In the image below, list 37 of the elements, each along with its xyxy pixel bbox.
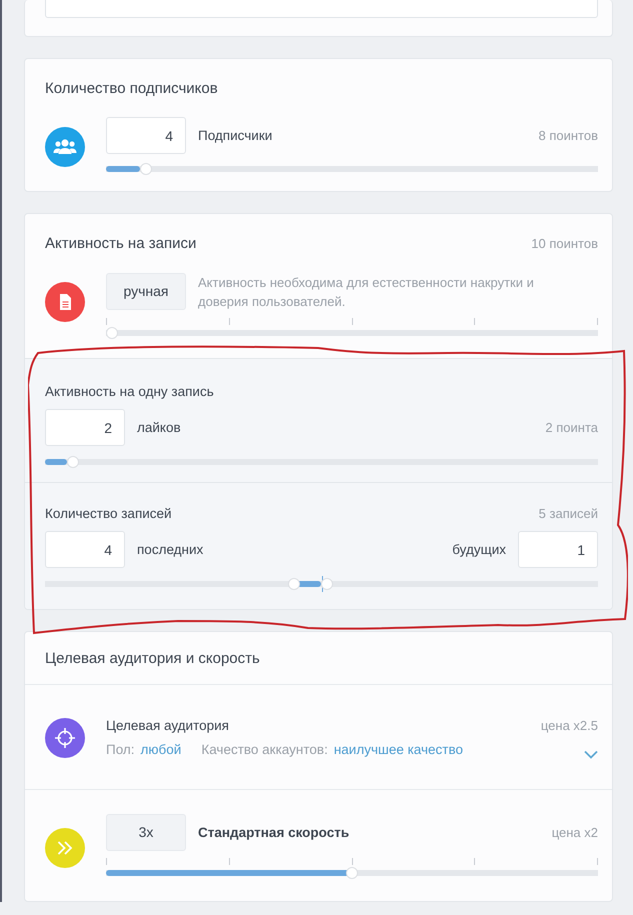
slider-thumb[interactable] <box>288 578 300 590</box>
chevron-icon[interactable] <box>584 750 598 759</box>
speed-selector[interactable]: 3x <box>106 814 186 851</box>
number-field[interactable]: 1 <box>518 531 598 568</box>
description-text: Активность необходима для естественности накрутки и доверия пользователей. <box>198 274 535 311</box>
meta-label: Качество аккаунтов: <box>201 742 328 757</box>
number-field[interactable]: 2 <box>45 409 125 446</box>
slider-thumb[interactable] <box>346 867 358 879</box>
slider-thumb[interactable] <box>140 163 152 175</box>
number-field[interactable]: 4 <box>106 117 186 154</box>
meta-label: Пол: <box>106 742 135 757</box>
section-title: Целевая аудитория и скорость <box>25 632 612 685</box>
field-label: Стандартная скорость <box>198 825 350 840</box>
subsection-title: Количество записей <box>45 505 172 523</box>
section-title: Количество подписчиков <box>45 79 219 99</box>
field-label: будущих <box>452 542 506 557</box>
points-text: 8 поинтов <box>538 128 598 143</box>
price-text: цена x2.5 <box>540 718 598 733</box>
people-icon <box>45 127 85 167</box>
price-text: цена x2 <box>552 825 598 840</box>
points-text: 2 поинта <box>545 420 598 435</box>
subsection-title: Активность на одну запись <box>45 383 215 401</box>
crosshair-icon <box>45 718 85 758</box>
document-icon <box>45 282 85 322</box>
slider-thumb[interactable] <box>66 456 79 468</box>
section-title: Активность на записи <box>45 234 196 254</box>
field-label: Подписчики <box>198 128 272 143</box>
number-field[interactable]: 4 <box>45 531 125 568</box>
points-text: 5 записей <box>538 506 598 521</box>
slider-thumb[interactable] <box>320 578 333 590</box>
mode-selector[interactable]: ручная <box>106 273 186 310</box>
field-label: лайков <box>137 420 181 435</box>
double-chevron-icon <box>45 828 85 868</box>
target-title: Целевая аудитория <box>106 718 229 733</box>
field-label: последних <box>137 542 204 557</box>
points-text: 10 поинтов <box>531 236 598 251</box>
slider-thumb[interactable] <box>106 327 118 339</box>
